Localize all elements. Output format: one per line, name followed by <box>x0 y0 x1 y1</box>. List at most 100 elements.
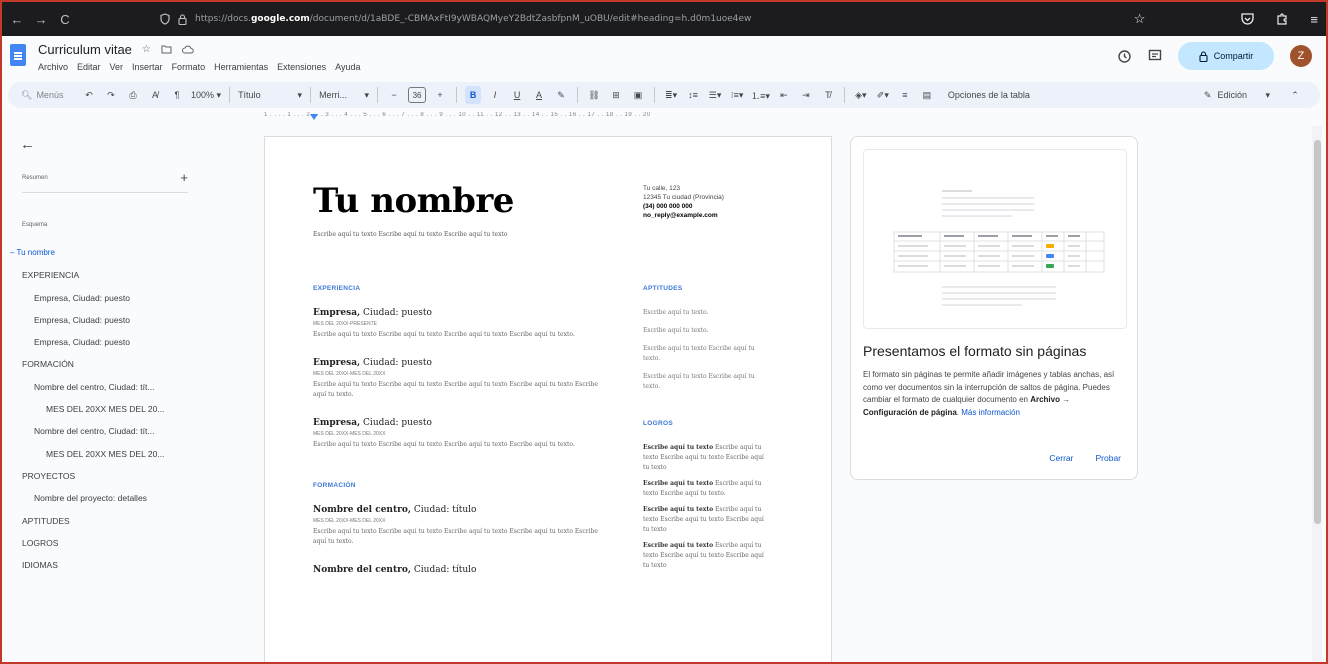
menu-formato[interactable]: Formato <box>172 62 206 72</box>
skill-item[interactable]: Escribe aquí tu texto Escribe aquí tu te… <box>643 344 765 364</box>
underline-button[interactable]: U <box>509 86 525 104</box>
outline-item[interactable]: Nombre del centro, Ciudad: tít... <box>2 420 232 442</box>
outline-item[interactable]: Empresa, Ciudad: puesto <box>2 287 232 309</box>
increase-indent-icon[interactable]: ⇥ <box>798 86 814 104</box>
outline-item[interactable]: MES DEL 20XX MES DEL 20... <box>2 443 232 465</box>
undo-icon[interactable]: ↶ <box>81 86 97 104</box>
increase-font-size-button[interactable]: + <box>432 86 448 104</box>
line-spacing-icon[interactable]: ↕≡ <box>685 86 701 104</box>
close-button[interactable]: Cerrar <box>1049 453 1073 463</box>
skill-item[interactable]: Escribe aquí tu texto. <box>643 308 765 318</box>
outline-item[interactable]: Empresa, Ciudad: puesto <box>2 309 232 331</box>
ruler[interactable]: 1 . . . . 1 . . . 2 . . . 3 . . . 4 . . … <box>264 112 832 126</box>
document-title[interactable]: Curriculum vitae <box>38 42 132 57</box>
outline-item[interactable]: Nombre del proyecto: detalles <box>2 487 232 509</box>
learn-more-link[interactable]: Más información <box>961 408 1020 417</box>
align-icon[interactable]: ≣▾ <box>663 86 679 104</box>
move-folder-icon[interactable] <box>161 45 172 54</box>
outline-item[interactable]: Empresa, Ciudad: puesto <box>2 331 232 353</box>
font-size-input[interactable]: 36 <box>408 87 427 103</box>
outline-item[interactable]: PROYECTOS <box>2 465 232 487</box>
menu-editar[interactable]: Editar <box>77 62 101 72</box>
pocket-icon[interactable] <box>1241 13 1255 25</box>
menu-archivo[interactable]: Archivo <box>38 62 68 72</box>
indent-marker[interactable] <box>310 114 318 120</box>
outline-item[interactable]: IDIOMAS <box>2 554 232 576</box>
docs-logo-icon[interactable] <box>10 44 26 66</box>
menu-insertar[interactable]: Insertar <box>132 62 163 72</box>
star-icon[interactable]: ☆ <box>142 44 151 55</box>
achievements-heading[interactable]: LOGROS <box>643 420 773 427</box>
education-entry[interactable]: Nombre del centro, Ciudad: título MES DEL… <box>313 505 613 547</box>
comments-icon[interactable] <box>1148 49 1162 63</box>
checklist-icon[interactable]: ☰▾ <box>707 86 723 104</box>
document-page[interactable]: Tu nombre Escribe aquí tu texto Escribe … <box>264 136 832 662</box>
cv-intro[interactable]: Escribe aquí tu texto Escribe aquí tu te… <box>313 231 508 238</box>
avatar[interactable]: Z <box>1290 45 1312 67</box>
numbered-list-icon[interactable]: ⒈≡▾ <box>751 86 770 104</box>
menu-ver[interactable]: Ver <box>110 62 124 72</box>
decrease-font-size-button[interactable]: − <box>386 86 402 104</box>
job-entry[interactable]: Empresa, Ciudad: puesto MES DEL 20XX-MES … <box>313 358 613 400</box>
border-width-icon[interactable]: ≡ <box>897 86 913 104</box>
bookmark-star-icon[interactable]: ☆ <box>1134 11 1146 27</box>
skill-item[interactable]: Escribe aquí tu texto Escribe aquí tu te… <box>643 372 765 392</box>
menu-ayuda[interactable]: Ayuda <box>335 62 360 72</box>
decrease-indent-icon[interactable]: ⇤ <box>776 86 792 104</box>
back-icon[interactable]: ← <box>8 12 26 27</box>
share-button[interactable]: Compartir <box>1178 42 1274 70</box>
outline-item[interactable]: FORMACIÓN <box>2 353 232 375</box>
add-summary-icon[interactable]: + <box>180 170 188 185</box>
paint-format-icon[interactable]: ¶ <box>169 86 185 104</box>
try-button[interactable]: Probar <box>1095 453 1121 463</box>
border-color-icon[interactable]: ✐▾ <box>875 86 891 104</box>
border-dash-icon[interactable]: ▤ <box>919 86 935 104</box>
zoom-select[interactable]: 100% ▾ <box>191 86 221 104</box>
highlight-icon[interactable]: ✎ <box>553 86 569 104</box>
table-options-button[interactable]: Opciones de la tabla <box>948 86 1030 104</box>
cell-fill-icon[interactable]: ◈▾ <box>853 86 869 104</box>
hide-menus-icon[interactable]: ⌃ <box>1287 86 1303 104</box>
skill-item[interactable]: Escribe aquí tu texto. <box>643 326 765 336</box>
menu-icon[interactable]: ≡ <box>1310 12 1318 27</box>
achievement-item[interactable]: Escribe aquí tu texto Escribe aquí tu te… <box>643 479 767 499</box>
scrollbar-thumb[interactable] <box>1314 140 1321 524</box>
menu-search[interactable]: 🔍︎ Menús <box>21 86 75 104</box>
outline-item[interactable]: APTITUDES <box>2 510 232 532</box>
achievement-item[interactable]: Escribe aquí tu texto Escribe aquí tu te… <box>643 443 767 473</box>
extensions-icon[interactable] <box>1276 13 1288 25</box>
history-icon[interactable] <box>1117 49 1132 64</box>
forward-icon[interactable]: → <box>32 12 50 27</box>
outline-item[interactable]: EXPERIENCIA <box>2 264 232 286</box>
achievement-item[interactable]: Escribe aquí tu texto Escribe aquí tu te… <box>643 505 767 535</box>
text-color-button[interactable]: A <box>531 86 547 104</box>
outline-item[interactable]: Nombre del centro, Ciudad: tít... <box>2 376 232 398</box>
bold-button[interactable]: B <box>465 86 482 104</box>
job-entry[interactable]: Empresa, Ciudad: puesto MES DEL 20XX-PRES… <box>313 308 613 340</box>
close-outline-arrow-icon[interactable]: ← <box>20 136 35 153</box>
education-heading[interactable]: FORMACIÓN <box>313 482 613 489</box>
outline-item[interactable]: LOGROS <box>2 532 232 554</box>
italic-button[interactable]: I <box>487 86 503 104</box>
cv-name-heading[interactable]: Tu nombre <box>313 181 514 221</box>
style-select[interactable]: Título ▾ <box>238 86 302 104</box>
achievement-item[interactable]: Escribe aquí tu texto Escribe aquí tu te… <box>643 541 767 571</box>
add-comment-icon[interactable]: ⊞ <box>608 86 624 104</box>
job-entry[interactable]: Empresa, Ciudad: puesto MES DEL 20XX-MES … <box>313 418 613 450</box>
link-icon[interactable]: ⛓ <box>586 86 602 104</box>
contact-block[interactable]: Tu calle, 123 12345 Tu ciudad (Provincia… <box>643 184 724 220</box>
menu-herramientas[interactable]: Herramientas <box>214 62 268 72</box>
font-select[interactable]: Merri... ▾ <box>319 86 369 104</box>
redo-icon[interactable]: ↷ <box>103 86 119 104</box>
print-icon[interactable]: ⎙ <box>125 86 141 104</box>
reload-icon[interactable]: C <box>56 12 74 27</box>
experience-heading[interactable]: EXPERIENCIA <box>313 285 613 292</box>
cloud-status-icon[interactable] <box>181 45 194 54</box>
outline-item[interactable]: MES DEL 20XX MES DEL 20... <box>2 398 232 420</box>
skills-heading[interactable]: APTITUDES <box>643 285 773 292</box>
editing-mode-select[interactable]: ✎ Edición ▾ <box>1204 90 1270 101</box>
outline-item[interactable]: – Tu nombre <box>2 242 232 264</box>
clear-formatting-icon[interactable]: T̸ <box>820 86 836 104</box>
menu-extensiones[interactable]: Extensiones <box>277 62 326 72</box>
insert-image-icon[interactable]: ▣ <box>630 86 646 104</box>
